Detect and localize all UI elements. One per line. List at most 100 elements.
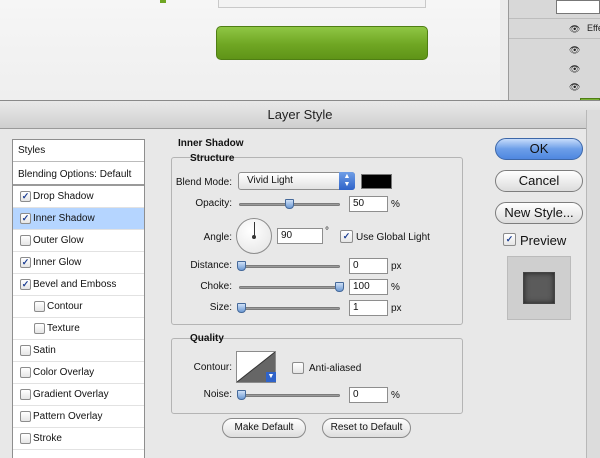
chevron-updown-icon: ▲ ▼: [339, 172, 355, 190]
size-slider[interactable]: [237, 303, 340, 313]
style-checkbox[interactable]: [20, 367, 31, 378]
dialog-title: Layer Style: [0, 101, 600, 129]
noise-label: Noise:: [203, 389, 232, 400]
choke-slider-knob[interactable]: [335, 282, 344, 292]
style-checkbox[interactable]: ✓: [20, 213, 31, 224]
choke-label: Choke:: [200, 281, 232, 292]
cancel-button[interactable]: Cancel: [495, 170, 583, 192]
preview-label: Preview: [520, 233, 567, 248]
noise-input[interactable]: 0: [349, 387, 388, 403]
style-item-stroke[interactable]: Stroke: [13, 428, 144, 450]
quality-group: [171, 338, 463, 414]
noise-slider-knob[interactable]: [237, 390, 246, 400]
size-unit: px: [391, 303, 402, 314]
style-checkbox[interactable]: [20, 235, 31, 246]
style-item-label: Color Overlay: [33, 367, 95, 378]
distance-slider-knob[interactable]: [237, 261, 246, 271]
chevron-down-icon[interactable]: ▼: [266, 372, 276, 382]
style-checkbox[interactable]: [20, 433, 31, 444]
size-slider-knob[interactable]: [237, 303, 246, 313]
style-item-label: Inner Shadow: [33, 213, 95, 224]
style-item-label: Bevel and Emboss: [33, 279, 117, 290]
style-item-label: Outer Glow: [33, 235, 84, 246]
angle-input[interactable]: 90: [277, 228, 323, 244]
angle-label: Angle:: [203, 232, 232, 243]
style-item-label: Satin: [33, 345, 56, 356]
eye-icon[interactable]: 👁: [569, 64, 580, 75]
global-light-checkbox[interactable]: ✓: [340, 230, 353, 243]
opacity-slider-knob[interactable]: [285, 199, 294, 209]
preview-checkbox[interactable]: ✓: [503, 233, 516, 246]
style-checkbox[interactable]: ✓: [20, 279, 31, 290]
distance-slider[interactable]: [237, 261, 340, 271]
background-app: 👁 Effe 👁 👁 👁: [0, 0, 600, 110]
style-item-inner-glow[interactable]: ✓ Inner Glow: [13, 252, 144, 274]
canvas-green-mark: [160, 0, 166, 3]
style-item-color-overlay[interactable]: Color Overlay: [13, 362, 144, 384]
preview-swatch: [523, 272, 555, 304]
size-label: Size:: [209, 302, 232, 313]
style-item-label: Contour: [47, 301, 83, 312]
style-checkbox[interactable]: [34, 301, 45, 312]
style-item-label: Texture: [47, 323, 80, 334]
choke-slider[interactable]: [239, 282, 344, 292]
make-default-button[interactable]: Make Default: [222, 418, 306, 438]
noise-slider[interactable]: [237, 390, 340, 400]
effects-label: Effe: [587, 23, 600, 33]
style-preview: [507, 256, 571, 320]
styles-header[interactable]: Styles: [13, 140, 144, 162]
style-item-satin[interactable]: Satin: [13, 340, 144, 362]
noise-unit: %: [391, 390, 400, 401]
opacity-input[interactable]: 50: [349, 196, 388, 212]
style-item-contour[interactable]: Contour: [13, 296, 144, 318]
opacity-slider[interactable]: [239, 199, 340, 209]
angle-unit: °: [325, 226, 329, 237]
style-checkbox[interactable]: ✓: [20, 191, 31, 202]
ok-button[interactable]: OK: [495, 138, 583, 160]
blending-options-item[interactable]: Blending Options: Default: [13, 164, 144, 186]
global-light-label: Use Global Light: [356, 232, 430, 243]
scrollbar[interactable]: [586, 110, 600, 458]
contour-label: Contour:: [193, 362, 232, 373]
style-item-gradient-overlay[interactable]: Gradient Overlay: [13, 384, 144, 406]
anti-aliased-label: Anti-aliased: [309, 363, 362, 374]
blend-mode-value: Vivid Light: [247, 175, 293, 186]
angle-dial-center: [252, 235, 256, 239]
styles-list: Styles Blending Options: Default ✓ Drop S…: [12, 139, 145, 458]
distance-input[interactable]: 0: [349, 258, 388, 274]
shadow-color-swatch[interactable]: [361, 174, 392, 189]
style-checkbox[interactable]: [20, 389, 31, 400]
style-checkbox[interactable]: ✓: [20, 257, 31, 268]
layer-thumbnail: [556, 0, 600, 14]
structure-title: Structure: [190, 153, 235, 164]
style-item-label: Pattern Overlay: [33, 411, 103, 422]
style-item-label: Gradient Overlay: [33, 389, 109, 400]
style-item-inner-shadow[interactable]: ✓ Inner Shadow: [13, 208, 144, 230]
choke-unit: %: [391, 282, 400, 293]
style-item-label: Stroke: [33, 433, 62, 444]
style-item-drop-shadow[interactable]: ✓ Drop Shadow: [13, 186, 144, 208]
angle-dial[interactable]: [236, 218, 272, 254]
canvas-green-button: [216, 26, 428, 60]
style-item-texture[interactable]: Texture: [13, 318, 144, 340]
reset-to-default-button[interactable]: Reset to Default: [322, 418, 411, 438]
anti-aliased-checkbox[interactable]: [292, 362, 304, 374]
new-style-button[interactable]: New Style...: [495, 202, 583, 224]
style-item-pattern-overlay[interactable]: Pattern Overlay: [13, 406, 144, 428]
pane-title: Inner Shadow: [178, 138, 244, 149]
choke-input[interactable]: 100: [349, 279, 388, 295]
layers-panel: 👁 Effe 👁 👁 👁: [508, 0, 600, 110]
style-item-label: Drop Shadow: [33, 191, 94, 202]
size-input[interactable]: 1: [349, 300, 388, 316]
eye-icon[interactable]: 👁: [569, 45, 580, 56]
blend-mode-select[interactable]: Vivid Light ▲ ▼: [238, 172, 355, 190]
style-item-outer-glow[interactable]: Outer Glow: [13, 230, 144, 252]
style-item-label: Inner Glow: [33, 257, 82, 268]
eye-icon[interactable]: 👁: [569, 24, 580, 35]
style-checkbox[interactable]: [34, 323, 45, 334]
canvas-text-field: [218, 0, 426, 8]
style-checkbox[interactable]: [20, 345, 31, 356]
style-item-bevel-and-emboss[interactable]: ✓ Bevel and Emboss: [13, 274, 144, 296]
style-checkbox[interactable]: [20, 411, 31, 422]
eye-icon[interactable]: 👁: [569, 82, 580, 93]
